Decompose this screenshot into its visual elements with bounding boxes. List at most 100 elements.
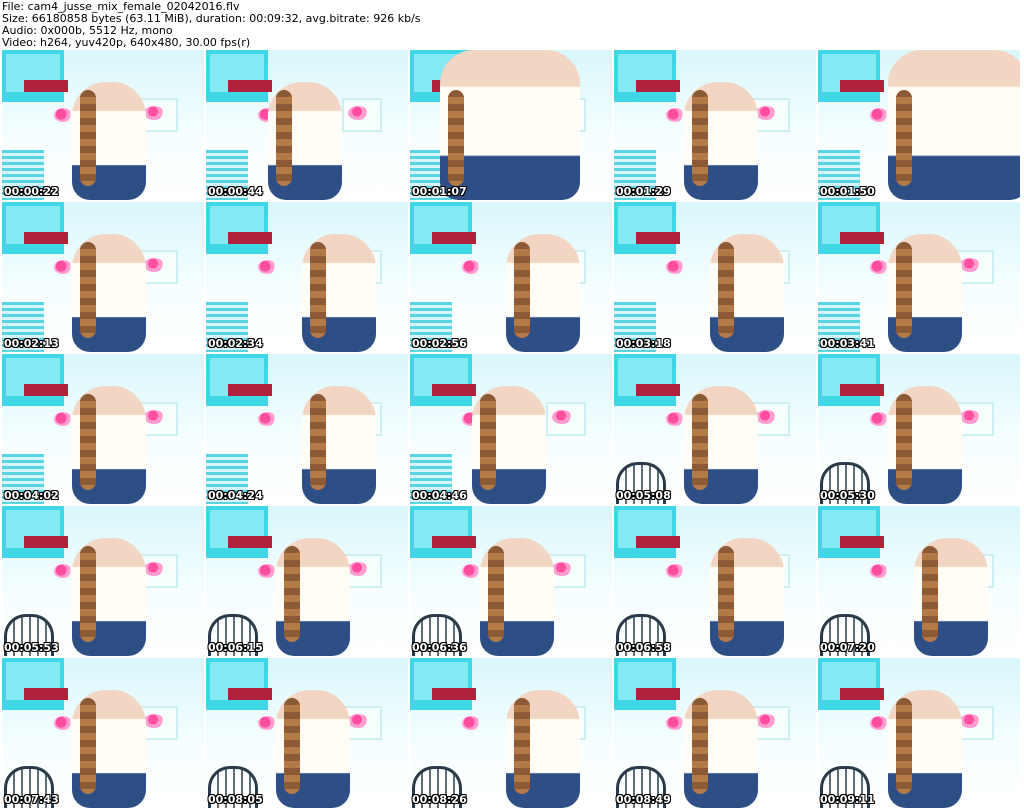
wall-panel — [2, 506, 64, 558]
red-cushion — [432, 232, 476, 244]
frame-timestamp: 00:05:30 — [820, 489, 875, 502]
braid — [896, 394, 912, 490]
frame-timestamp: 00:02:56 — [412, 337, 467, 350]
braid — [80, 90, 96, 186]
red-cushion — [24, 232, 68, 244]
braid — [448, 90, 464, 186]
video-frame-thumbnail: 00:01:29 — [614, 50, 816, 200]
red-cushion — [24, 688, 68, 700]
frame-scene — [2, 202, 204, 352]
flower-decoration — [144, 410, 164, 424]
braid — [692, 90, 708, 186]
flower-decoration — [756, 106, 776, 120]
thumbnail-grid: 00:00:22 00:00:44 00:01:07 00:01:29 00:01:50… — [0, 50, 1024, 811]
frame-scene — [2, 50, 204, 200]
wall-panel — [614, 506, 676, 558]
flower-decoration — [462, 716, 480, 730]
wall-panel — [818, 658, 880, 710]
red-cushion — [24, 536, 68, 548]
video-frame-thumbnail: 00:04:46 — [410, 354, 612, 504]
red-cushion — [636, 80, 680, 92]
flower-decoration — [144, 106, 164, 120]
braid — [310, 394, 326, 490]
red-cushion — [636, 384, 680, 396]
red-cushion — [228, 688, 272, 700]
frame-scene — [614, 506, 816, 656]
flower-decoration — [258, 564, 276, 578]
video-frame-thumbnail: 00:08:05 — [206, 658, 408, 808]
wall-panel — [206, 658, 268, 710]
flower-decoration — [870, 260, 888, 274]
frame-timestamp: 00:07:43 — [4, 793, 59, 806]
wall-panel — [2, 202, 64, 254]
braid — [718, 546, 734, 642]
frame-timestamp: 00:08:26 — [412, 793, 467, 806]
flower-decoration — [462, 564, 480, 578]
video-frame-thumbnail: 00:06:58 — [614, 506, 816, 656]
flower-decoration — [756, 714, 776, 728]
wall-panel — [614, 658, 676, 710]
frame-scene — [206, 202, 408, 352]
media-info-header: File: cam4_jusse_mix_female_02042016.flv… — [0, 0, 1024, 50]
wall-panel — [2, 50, 64, 102]
flower-decoration — [144, 562, 164, 576]
flower-decoration — [144, 258, 164, 272]
flower-decoration — [258, 412, 276, 426]
red-cushion — [228, 232, 272, 244]
video-frame-thumbnail: 00:01:07 — [410, 50, 612, 200]
flower-decoration — [258, 260, 276, 274]
frame-timestamp: 00:01:50 — [820, 185, 875, 198]
frame-timestamp: 00:02:34 — [208, 337, 263, 350]
frame-timestamp: 00:03:41 — [820, 337, 875, 350]
red-cushion — [228, 384, 272, 396]
flower-decoration — [54, 716, 72, 730]
wall-panel — [410, 658, 472, 710]
braid — [514, 242, 530, 338]
wall-panel — [818, 506, 880, 558]
video-frame-thumbnail: 00:05:53 — [2, 506, 204, 656]
braid — [488, 546, 504, 642]
frame-timestamp: 00:04:46 — [412, 489, 467, 502]
flower-decoration — [348, 562, 368, 576]
video-frame-thumbnail: 00:02:34 — [206, 202, 408, 352]
wall-panel — [818, 50, 880, 102]
red-cushion — [636, 688, 680, 700]
flower-decoration — [870, 108, 888, 122]
frame-scene — [614, 202, 816, 352]
video-frame-thumbnail: 00:08:26 — [410, 658, 612, 808]
braid — [284, 546, 300, 642]
frame-scene — [614, 354, 816, 504]
red-cushion — [840, 80, 884, 92]
frame-timestamp: 00:08:05 — [208, 793, 263, 806]
video-frame-thumbnail: 00:04:02 — [2, 354, 204, 504]
frame-scene — [818, 202, 1020, 352]
flower-decoration — [348, 106, 368, 120]
video-frame-thumbnail: 00:00:22 — [2, 50, 204, 200]
frame-scene — [410, 658, 612, 808]
video-frame-thumbnail: 00:03:41 — [818, 202, 1020, 352]
wall-panel — [410, 506, 472, 558]
wall-panel — [206, 50, 268, 102]
flower-decoration — [552, 410, 572, 424]
wall-panel — [206, 506, 268, 558]
flower-decoration — [666, 108, 684, 122]
wall-panel — [410, 354, 472, 406]
wall-panel — [2, 658, 64, 710]
wall-panel — [614, 354, 676, 406]
frame-timestamp: 00:00:22 — [4, 185, 59, 198]
video-frame-thumbnail: 00:06:15 — [206, 506, 408, 656]
frame-timestamp: 00:09:11 — [820, 793, 875, 806]
video-frame-thumbnail: 00:03:18 — [614, 202, 816, 352]
wall-panel — [410, 202, 472, 254]
frame-timestamp: 00:03:18 — [616, 337, 671, 350]
red-cushion — [840, 688, 884, 700]
red-cushion — [840, 384, 884, 396]
red-cushion — [24, 80, 68, 92]
wall-panel — [818, 202, 880, 254]
red-cushion — [636, 232, 680, 244]
braid — [284, 698, 300, 794]
frame-scene — [614, 658, 816, 808]
wall-panel — [818, 354, 880, 406]
frame-timestamp: 00:00:44 — [208, 185, 263, 198]
frame-timestamp: 00:06:36 — [412, 641, 467, 654]
